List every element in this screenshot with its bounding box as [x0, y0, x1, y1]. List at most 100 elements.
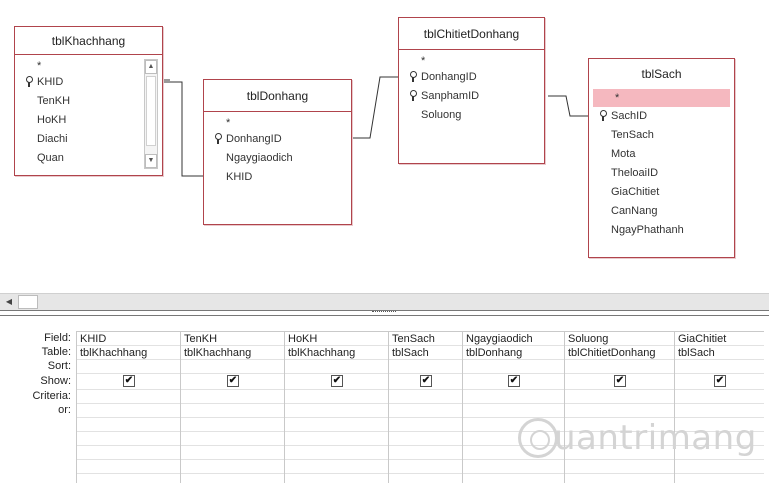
field-row-diachi[interactable]: Diachi: [15, 130, 162, 149]
table-box-tbldonhang[interactable]: tblDonhang * DonhangID Ngaygiaodich KHID: [203, 79, 352, 225]
grid-empty-cell[interactable]: [77, 446, 180, 460]
grid-table-cell[interactable]: tblSach: [389, 346, 462, 360]
grid-show-cell[interactable]: ✔: [565, 374, 674, 390]
show-checkbox[interactable]: ✔: [227, 375, 239, 387]
grid-sort-cell[interactable]: [285, 360, 388, 374]
grid-show-cell[interactable]: ✔: [389, 374, 462, 390]
field-row-tensach[interactable]: TenSach: [589, 126, 734, 145]
grid-show-cell[interactable]: ✔: [463, 374, 564, 390]
grid-table-cell[interactable]: tblKhachhang: [181, 346, 284, 360]
field-row-cannang[interactable]: CanNang: [589, 202, 734, 221]
grid-empty-cell[interactable]: [285, 432, 388, 446]
table-box-tblsach[interactable]: tblSach * SachID TenSach Mota TheloaiID …: [588, 58, 735, 258]
table-title[interactable]: tblDonhang: [204, 80, 351, 112]
pane-splitter[interactable]: [0, 310, 769, 316]
grid-table-cell[interactable]: tblSach: [675, 346, 764, 360]
field-row-mota[interactable]: Mota: [589, 145, 734, 164]
table-title[interactable]: tblKhachhang: [15, 27, 162, 55]
table-title[interactable]: tblSach: [589, 59, 734, 89]
grid-field-cell[interactable]: Ngaygiaodich: [463, 332, 564, 346]
grid-table-cell[interactable]: tblKhachhang: [285, 346, 388, 360]
field-row-sanphamid[interactable]: SanphamID: [399, 87, 544, 106]
field-row-soluong[interactable]: Soluong: [399, 106, 544, 125]
grid-empty-cell[interactable]: [181, 446, 284, 460]
grid-criteria-cell[interactable]: [565, 390, 674, 404]
grid-empty-cell[interactable]: [181, 460, 284, 474]
grid-sort-cell[interactable]: [565, 360, 674, 374]
table-title[interactable]: tblChitietDonhang: [399, 18, 544, 50]
grid-empty-cell[interactable]: [285, 418, 388, 432]
show-checkbox[interactable]: ✔: [614, 375, 626, 387]
grid-empty-cell[interactable]: [181, 418, 284, 432]
show-checkbox[interactable]: ✔: [420, 375, 432, 387]
grid-or-cell[interactable]: [285, 404, 388, 418]
field-row-khid[interactable]: KHID: [204, 168, 351, 187]
field-row-ngayphathanh[interactable]: NgayPhathanh: [589, 221, 734, 240]
grid-criteria-cell[interactable]: [285, 390, 388, 404]
show-checkbox[interactable]: ✔: [331, 375, 343, 387]
grid-criteria-cell[interactable]: [389, 390, 462, 404]
field-row-all-selected[interactable]: *: [593, 89, 730, 107]
scroll-thumb[interactable]: [18, 295, 38, 309]
grid-or-cell[interactable]: [389, 404, 462, 418]
grid-or-cell[interactable]: [77, 404, 180, 418]
grid-criteria-cell[interactable]: [675, 390, 764, 404]
scroll-thumb[interactable]: [146, 76, 156, 146]
show-checkbox[interactable]: ✔: [123, 375, 135, 387]
grid-show-cell[interactable]: ✔: [675, 374, 764, 390]
show-checkbox[interactable]: ✔: [714, 375, 726, 387]
field-row-all[interactable]: *: [15, 59, 162, 73]
grid-sort-cell[interactable]: [389, 360, 462, 374]
grid-criteria-cell[interactable]: [181, 390, 284, 404]
field-row-theloaiid[interactable]: TheloaiID: [589, 164, 734, 183]
grid-criteria-cell[interactable]: [463, 390, 564, 404]
scroll-up-icon[interactable]: ▲: [145, 60, 157, 74]
field-row-all[interactable]: *: [399, 54, 544, 68]
grid-empty-cell[interactable]: [77, 418, 180, 432]
grid-empty-cell[interactable]: [77, 460, 180, 474]
scroll-down-icon[interactable]: ▼: [145, 154, 157, 168]
field-row-ngaygiaodich[interactable]: Ngaygiaodich: [204, 149, 351, 168]
field-row-all[interactable]: *: [204, 116, 351, 130]
grid-empty-cell[interactable]: [389, 460, 462, 474]
field-row-giachitiet[interactable]: GiaChitiet: [589, 183, 734, 202]
field-row-hokh[interactable]: HoKH: [15, 111, 162, 130]
vertical-scrollbar[interactable]: ▲ ▼: [144, 59, 158, 169]
grid-sort-cell[interactable]: [77, 360, 180, 374]
grid-empty-cell[interactable]: [389, 446, 462, 460]
grid-sort-cell[interactable]: [463, 360, 564, 374]
grid-empty-cell[interactable]: [389, 418, 462, 432]
horizontal-scrollbar[interactable]: ◀: [0, 293, 769, 310]
scroll-left-icon[interactable]: ◀: [2, 295, 16, 309]
grid-show-cell[interactable]: ✔: [285, 374, 388, 390]
grid-table-cell[interactable]: tblDonhang: [463, 346, 564, 360]
grid-sort-cell[interactable]: [181, 360, 284, 374]
splitter-grip[interactable]: [372, 311, 396, 314]
field-row-quan[interactable]: Quan: [15, 149, 162, 168]
field-row-tenkh[interactable]: TenKH: [15, 92, 162, 111]
grid-show-cell[interactable]: ✔: [77, 374, 180, 390]
show-checkbox[interactable]: ✔: [508, 375, 520, 387]
grid-empty-cell[interactable]: [389, 432, 462, 446]
grid-or-cell[interactable]: [181, 404, 284, 418]
grid-field-cell[interactable]: KHID: [77, 332, 180, 346]
grid-table-cell[interactable]: tblKhachhang: [77, 346, 180, 360]
grid-field-cell[interactable]: TenKH: [181, 332, 284, 346]
grid-table-cell[interactable]: tblChitietDonhang: [565, 346, 674, 360]
field-row-donhangid[interactable]: DonhangID: [204, 130, 351, 149]
table-box-tblchitietdonhang[interactable]: tblChitietDonhang * DonhangID SanphamID …: [398, 17, 545, 164]
grid-field-cell[interactable]: Soluong: [565, 332, 674, 346]
field-row-donhangid[interactable]: DonhangID: [399, 68, 544, 87]
grid-empty-cell[interactable]: [285, 446, 388, 460]
field-row-khid[interactable]: KHID: [15, 73, 162, 92]
grid-field-cell[interactable]: GiaChitiet: [675, 332, 764, 346]
grid-empty-cell[interactable]: [77, 432, 180, 446]
grid-field-cell[interactable]: TenSach: [389, 332, 462, 346]
grid-show-cell[interactable]: ✔: [181, 374, 284, 390]
grid-field-cell[interactable]: HoKH: [285, 332, 388, 346]
grid-empty-cell[interactable]: [181, 432, 284, 446]
field-row-sachid[interactable]: SachID: [589, 107, 734, 126]
grid-sort-cell[interactable]: [675, 360, 764, 374]
grid-criteria-cell[interactable]: [77, 390, 180, 404]
table-box-tblkhachhang[interactable]: tblKhachhang * KHID TenKH HoKH Diachi Qu…: [14, 26, 163, 176]
